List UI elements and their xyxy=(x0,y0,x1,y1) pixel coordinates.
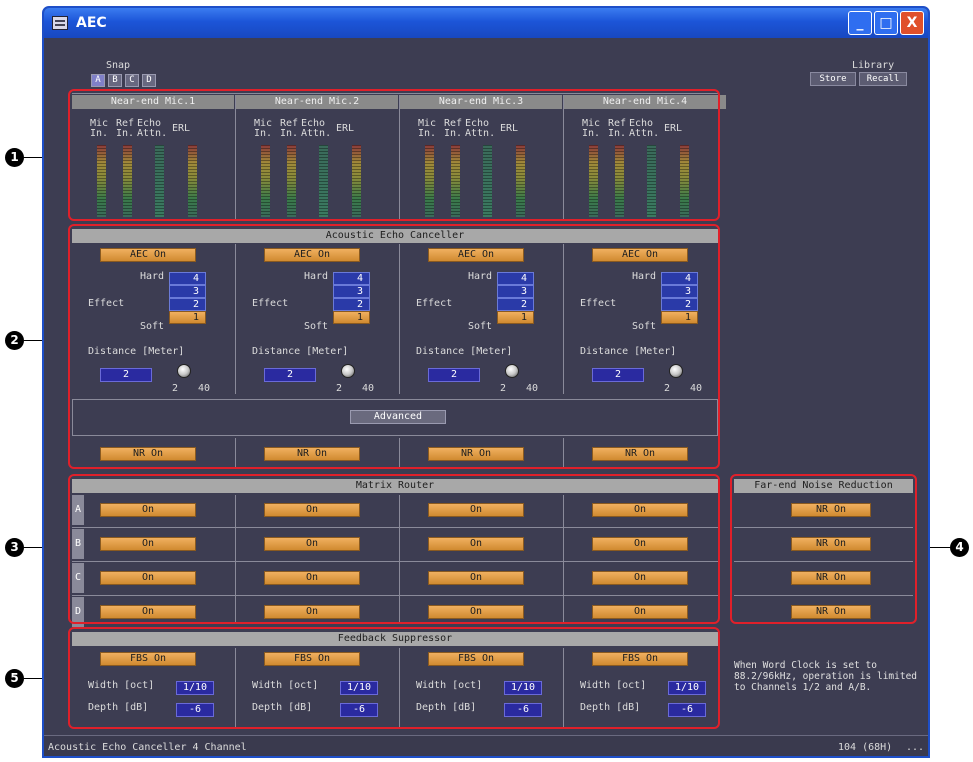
library-recall-button[interactable]: Recall xyxy=(859,72,907,86)
window-title: AEC xyxy=(76,15,107,31)
maximize-button[interactable]: □ xyxy=(874,11,898,35)
note-line-1: When Word Clock is set to xyxy=(734,660,877,671)
snap-button-d[interactable]: D xyxy=(142,74,156,87)
title-bar[interactable]: AEC _ □ X xyxy=(44,8,928,38)
minimize-button[interactable]: _ xyxy=(848,11,872,35)
window-content: Snap ABCD Library Store Recall Near-end … xyxy=(44,38,928,756)
aec-window: AEC _ □ X Snap ABCD Library Store Recall… xyxy=(42,6,930,758)
status-text: Acoustic Echo Canceller 4 Channel xyxy=(48,742,247,753)
highlight-5 xyxy=(68,627,720,729)
status-more[interactable]: ... xyxy=(906,742,924,753)
snap-label: Snap xyxy=(106,60,131,71)
library-label: Library xyxy=(852,60,895,71)
close-button[interactable]: X xyxy=(900,11,924,35)
highlight-2 xyxy=(68,224,720,469)
app-icon xyxy=(52,16,68,30)
callout-4: 4 xyxy=(950,538,969,557)
highlight-4 xyxy=(730,474,917,624)
callout-2: 2 xyxy=(5,331,24,350)
status-address: 104 (68H) xyxy=(838,742,893,753)
snap-button-a[interactable]: A xyxy=(91,74,105,87)
callout-3: 3 xyxy=(5,538,24,557)
snap-button-b[interactable]: B xyxy=(108,74,122,87)
note-line-3: to Channels 1/2 and A/B. xyxy=(734,682,872,693)
snap-button-c[interactable]: C xyxy=(125,74,139,87)
callout-5: 5 xyxy=(5,669,24,688)
callout-1: 1 xyxy=(5,148,24,167)
library-store-button[interactable]: Store xyxy=(810,72,856,86)
word-clock-note: When Word Clock is set to 88.2/96kHz, op… xyxy=(734,660,917,693)
note-line-2: 88.2/96kHz, operation is limited xyxy=(734,671,918,682)
highlight-1 xyxy=(68,89,720,221)
status-bar: Acoustic Echo Canceller 4 Channel 104 (6… xyxy=(44,735,928,756)
highlight-3 xyxy=(68,474,720,624)
